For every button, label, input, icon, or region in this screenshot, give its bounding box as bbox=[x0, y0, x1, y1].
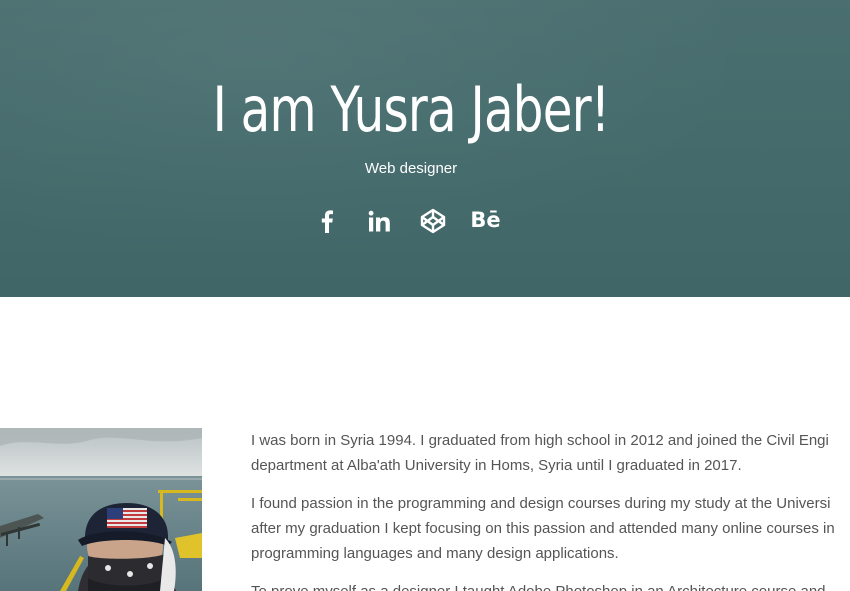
about-paragraph-line: after my graduation I kept focusing on t… bbox=[251, 520, 835, 537]
facebook-icon bbox=[321, 209, 333, 233]
about-paragraph: I found passion in the programming and d… bbox=[251, 491, 850, 566]
about-paragraph-line: programming languages and many design ap… bbox=[251, 545, 619, 562]
hero-subtitle: Web designer bbox=[364, 160, 458, 177]
codepen-icon bbox=[420, 208, 445, 233]
social-links: Bē bbox=[310, 204, 502, 237]
codepen-link[interactable] bbox=[416, 204, 449, 237]
hero-title: I am Yusra Jaber! bbox=[212, 73, 611, 146]
behance-icon: Bē bbox=[470, 208, 501, 232]
about-paragraph: I was born in Syria 1994. I graduated fr… bbox=[251, 428, 850, 478]
about-section: I was born in Syria 1994. I graduated fr… bbox=[251, 428, 850, 591]
linkedin-icon bbox=[368, 210, 390, 231]
about-paragraph-line: I found passion in the programming and d… bbox=[251, 495, 831, 512]
about-paragraph-line: To prove myself as a designer I taught A… bbox=[251, 583, 826, 591]
about-paragraph: To prove myself as a designer I taught A… bbox=[251, 579, 850, 591]
hero-banner: I am Yusra Jaber! Web designer Bē bbox=[0, 0, 850, 297]
facebook-link[interactable] bbox=[310, 204, 343, 237]
about-paragraph-line: I was born in Syria 1994. I graduated fr… bbox=[251, 432, 829, 449]
linkedin-link[interactable] bbox=[363, 204, 396, 237]
profile-photo-image bbox=[0, 428, 202, 591]
about-paragraph-line: department at Alba'ath University in Hom… bbox=[251, 457, 742, 474]
behance-link[interactable]: Bē bbox=[469, 204, 502, 237]
profile-photo bbox=[0, 428, 202, 591]
